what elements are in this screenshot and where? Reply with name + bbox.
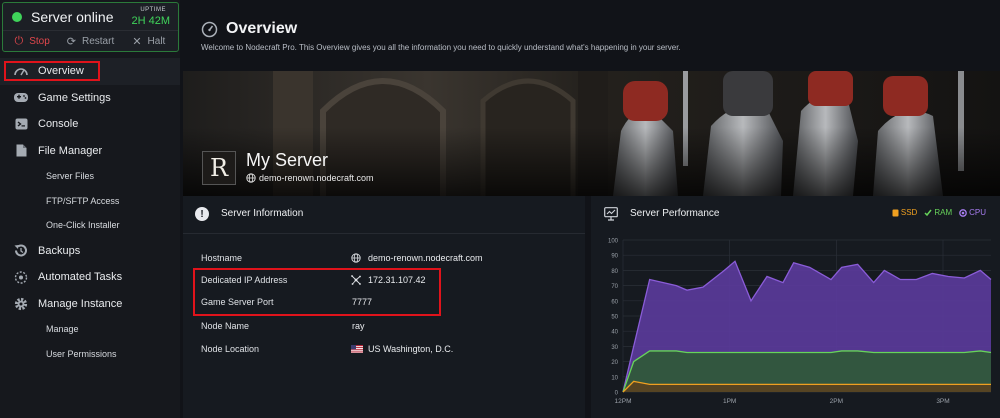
overview-highlight-box bbox=[4, 61, 100, 81]
sidebar-item-backups[interactable]: Backups bbox=[0, 238, 180, 265]
x-tick-label: 2PM bbox=[830, 398, 843, 405]
y-tick-label: 20 bbox=[611, 360, 618, 366]
chart-legend: SSD RAM CPU bbox=[892, 208, 986, 217]
restart-label: Restart bbox=[81, 36, 115, 47]
server-performance-title: Server Performance bbox=[630, 208, 720, 219]
sidebar-item-console[interactable]: Console bbox=[0, 111, 180, 138]
globe-icon bbox=[246, 173, 256, 183]
legend-cpu[interactable]: CPU bbox=[959, 208, 986, 217]
terminal-icon bbox=[12, 117, 30, 131]
y-tick-label: 50 bbox=[611, 315, 618, 321]
stop-label: Stop bbox=[29, 36, 50, 47]
uptime-label: UPTIME bbox=[140, 7, 166, 13]
server-actions: ⏻ Stop ⟳ Restart ✕ Halt bbox=[3, 30, 178, 52]
ssd-icon bbox=[892, 209, 899, 216]
gamepad-icon bbox=[12, 91, 30, 105]
main-content: Overview Welcome to Nodecraft Pro. This … bbox=[183, 0, 1000, 418]
page-subtitle: Welcome to Nodecraft Pro. This Overview … bbox=[201, 43, 681, 52]
y-tick-label: 90 bbox=[611, 254, 618, 260]
sidebar-item-label: Console bbox=[38, 118, 79, 131]
server-logo-letter: R bbox=[209, 154, 229, 182]
close-icon: ✕ bbox=[132, 36, 142, 48]
gear-icon bbox=[12, 297, 30, 311]
sidebar: Server online UPTIME 2H 42M ⏻ Stop ⟳ Res… bbox=[0, 0, 180, 418]
node-location-value: US Washington, D.C. bbox=[368, 344, 454, 354]
server-status-label: Server online bbox=[31, 9, 114, 25]
ip-port-highlight-box bbox=[193, 268, 441, 316]
y-tick-label: 0 bbox=[615, 391, 619, 397]
cpu-icon bbox=[959, 208, 967, 217]
node-location-label: Node Location bbox=[201, 344, 260, 354]
y-tick-label: 60 bbox=[611, 299, 618, 305]
uptime-value: 2H 42M bbox=[131, 15, 170, 27]
speedometer-icon bbox=[201, 21, 218, 38]
sidebar-nav: Overview Game Settings Console File Mana… bbox=[0, 58, 180, 366]
x-tick-label: 12PM bbox=[615, 398, 632, 405]
sidebar-subitem-server-files[interactable]: Server Files bbox=[0, 164, 180, 189]
y-tick-label: 70 bbox=[611, 284, 618, 290]
sidebar-subitem-user-permissions[interactable]: User Permissions bbox=[0, 342, 180, 367]
hostname-label: Hostname bbox=[201, 253, 243, 263]
sidebar-item-label: Backups bbox=[38, 244, 81, 257]
tasks-icon bbox=[12, 270, 30, 284]
y-tick-label: 80 bbox=[611, 269, 618, 275]
app: Server online UPTIME 2H 42M ⏻ Stop ⟳ Res… bbox=[0, 0, 1000, 418]
y-tick-label: 30 bbox=[611, 345, 618, 351]
sidebar-item-label: Manage Instance bbox=[38, 297, 123, 310]
sidebar-item-game-settings[interactable]: Game Settings bbox=[0, 85, 180, 112]
restart-button[interactable]: ⟳ Restart bbox=[61, 31, 119, 52]
node-name-label: Node Name bbox=[201, 321, 250, 331]
halt-label: Halt bbox=[147, 36, 166, 47]
y-tick-label: 40 bbox=[611, 330, 618, 336]
server-performance-panel: Server Performance SSD RAM CPU 0 10 20 30 40… bbox=[591, 196, 1000, 418]
power-icon: ⏻ bbox=[14, 35, 24, 47]
globe-icon bbox=[351, 253, 361, 263]
y-tick-label: 10 bbox=[611, 375, 618, 381]
restart-icon: ⟳ bbox=[66, 36, 76, 48]
file-icon bbox=[12, 144, 30, 158]
x-tick-label: 1PM bbox=[723, 398, 736, 405]
legend-ssd[interactable]: SSD bbox=[892, 208, 917, 217]
sidebar-item-label: Game Settings bbox=[38, 91, 111, 104]
sidebar-item-automated-tasks[interactable]: Automated Tasks bbox=[0, 264, 180, 291]
sidebar-item-label: File Manager bbox=[38, 144, 103, 157]
x-tick-label: 3PM bbox=[936, 398, 949, 405]
y-tick-label: 100 bbox=[608, 239, 619, 245]
stop-button[interactable]: ⏻ Stop bbox=[3, 31, 61, 52]
backup-icon bbox=[12, 244, 30, 258]
info-icon: ! bbox=[195, 207, 209, 221]
server-information-header: ! Server Information bbox=[183, 196, 585, 234]
server-status-card: Server online UPTIME 2H 42M ⏻ Stop ⟳ Res… bbox=[2, 2, 179, 52]
legend-label: CPU bbox=[969, 208, 986, 217]
hostname-value: demo-renown.nodecraft.com bbox=[368, 253, 483, 263]
legend-label: SSD bbox=[900, 208, 918, 217]
sidebar-subitem-one-click-installer[interactable]: One-Click Installer bbox=[0, 213, 180, 238]
server-banner: R My Server demo-renown.nodecraft.com bbox=[183, 71, 1000, 196]
halt-button[interactable]: ✕ Halt bbox=[120, 31, 178, 52]
server-logo: R bbox=[202, 151, 236, 185]
ram-icon bbox=[924, 209, 932, 216]
server-information-title: Server Information bbox=[221, 208, 304, 219]
us-flag-icon bbox=[351, 345, 363, 353]
legend-ram[interactable]: RAM bbox=[924, 208, 952, 217]
sidebar-item-label: Automated Tasks bbox=[38, 271, 123, 284]
sidebar-subitem-ftp-access[interactable]: FTP/SFTP Access bbox=[0, 189, 180, 214]
performance-chart: 0 10 20 30 40 50 60 70 80 90 100 12PM 1PM 2PM 3PM bbox=[608, 239, 992, 405]
sidebar-item-file-manager[interactable]: File Manager bbox=[0, 138, 180, 165]
monitor-chart-icon bbox=[604, 207, 618, 221]
online-status-dot bbox=[12, 12, 22, 22]
legend-label: RAM bbox=[934, 208, 953, 217]
server-hostname[interactable]: demo-renown.nodecraft.com bbox=[259, 173, 374, 183]
node-name-value: ray bbox=[352, 321, 365, 331]
server-name: My Server bbox=[246, 150, 329, 170]
sidebar-subitem-manage[interactable]: Manage bbox=[0, 317, 180, 342]
sidebar-item-manage-instance[interactable]: Manage Instance bbox=[0, 291, 180, 318]
page-title: Overview bbox=[226, 20, 298, 37]
